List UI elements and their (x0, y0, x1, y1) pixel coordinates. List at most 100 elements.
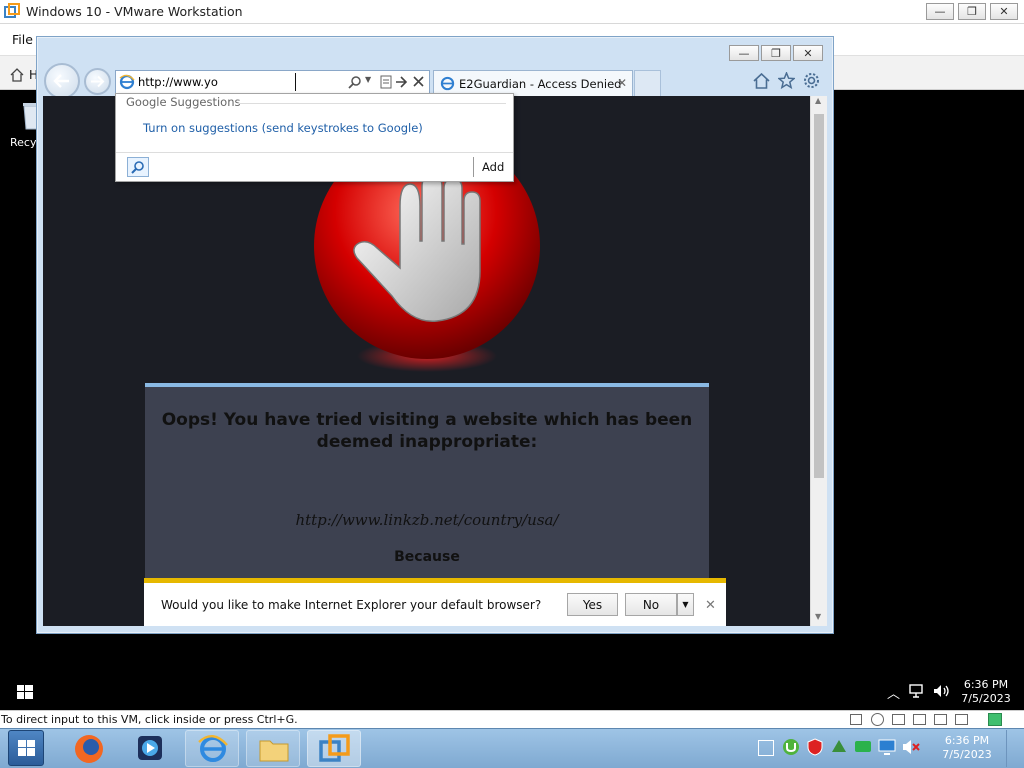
dropdown-arrow-icon: ▼ (682, 600, 689, 609)
minimize-icon: — (934, 5, 946, 18)
block-message-panel: Oops! You have tried visiting a website … (145, 383, 709, 583)
blocked-url: http://www.linkzb.net/country/usa/ (295, 511, 559, 529)
dropdown-arrow-icon[interactable]: ▼ (365, 75, 371, 84)
firefox-icon (75, 735, 103, 763)
menu-file[interactable]: File (12, 32, 33, 47)
search-icon[interactable] (348, 75, 362, 89)
volume-muted-icon[interactable] (902, 738, 920, 756)
suggestions-footer (116, 152, 513, 181)
restore-icon: ❐ (771, 46, 781, 60)
go-arrow-icon[interactable] (395, 76, 408, 88)
ie-minimize-button[interactable]: — (729, 45, 759, 61)
footer-divider (473, 157, 474, 177)
turn-on-suggestions-link[interactable]: Turn on suggestions (send keystrokes to … (143, 121, 423, 135)
block-message: Oops! You have tried visiting a website … (161, 410, 693, 452)
tab-close-icon[interactable]: ✕ (617, 76, 627, 90)
suggestions-header: Google Suggestions (126, 95, 241, 109)
host-close-button[interactable]: ✕ (990, 3, 1018, 20)
ie-icon (198, 735, 228, 762)
close-icon: ✕ (999, 5, 1009, 18)
scroll-up-icon[interactable]: ▲ (815, 96, 821, 105)
show-hidden-icons-icon[interactable]: ︿ (887, 683, 900, 702)
vmware-icon (319, 734, 350, 762)
network-icon[interactable] (909, 684, 927, 698)
forward-button[interactable] (84, 68, 111, 95)
vmware-status-bar: To direct input to this VM, click inside… (0, 710, 1024, 728)
star-icon[interactable] (778, 72, 795, 89)
host-minimize-button[interactable]: — (926, 3, 954, 20)
utorrent-icon[interactable] (782, 738, 800, 756)
address-input[interactable] (138, 74, 288, 90)
windows-start-icon[interactable] (17, 685, 33, 699)
taskbar-media-player[interactable] (123, 730, 177, 767)
media-player-icon (138, 736, 162, 760)
no-button[interactable]: No (625, 593, 677, 616)
folder-icon (259, 740, 289, 762)
back-arrow-icon (53, 74, 69, 88)
sound-card-icon[interactable] (934, 714, 947, 725)
home-icon[interactable] (10, 68, 24, 82)
vmware-title-bar: Windows 10 - VMware Workstation — ❐ ✕ (0, 0, 1024, 24)
forward-arrow-icon (91, 75, 105, 88)
monitor-network-icon[interactable] (878, 738, 896, 756)
chat-icon[interactable] (854, 738, 872, 756)
guest-clock-time: 6:36 PM (963, 678, 1009, 691)
network-sync-icon[interactable] (830, 738, 848, 756)
close-icon: ✕ (803, 46, 813, 60)
windows-logo-icon (18, 740, 35, 756)
usb-icon[interactable] (913, 714, 926, 725)
volume-icon[interactable] (933, 684, 951, 698)
host-maximize-button[interactable]: ❐ (958, 3, 986, 20)
add-provider-button[interactable]: Add (482, 160, 504, 174)
host-clock-date: 7/5/2023 (942, 748, 992, 761)
host-clock-time: 6:36 PM (944, 734, 990, 747)
network-adapter-icon[interactable] (892, 714, 905, 725)
no-dropdown-button[interactable]: ▼ (677, 593, 694, 616)
hard-disk-icon[interactable] (850, 714, 862, 725)
vmware-logo-icon (4, 3, 20, 18)
notification-question: Would you like to make Internet Explorer… (161, 598, 542, 612)
scroll-down-icon[interactable]: ▼ (815, 612, 821, 621)
back-button[interactable] (44, 63, 80, 99)
show-desktop-button[interactable] (1006, 730, 1022, 767)
stop-x-icon[interactable] (413, 76, 424, 87)
display-icon[interactable] (955, 714, 968, 725)
shield-icon[interactable] (806, 738, 824, 756)
ie-page-icon (119, 74, 135, 90)
home-icon[interactable] (753, 73, 770, 89)
cd-drive-icon[interactable] (871, 713, 884, 726)
ie-close-button[interactable]: ✕ (793, 45, 823, 61)
taskbar-internet-explorer[interactable] (185, 730, 239, 767)
compatibility-view-icon[interactable] (380, 75, 392, 89)
recycle-bin-label: Recy (10, 136, 37, 149)
because-heading: Because (394, 549, 460, 565)
message-log-icon[interactable] (988, 713, 1002, 726)
guest-taskbar: ︿ 6:36 PM 7/5/2023 (0, 672, 1024, 710)
gear-icon[interactable] (803, 72, 820, 89)
minimize-icon: — (738, 46, 750, 60)
address-bar[interactable]: ▼ (115, 70, 430, 94)
yes-label: Yes (582, 597, 603, 612)
guest-clock[interactable]: 6:36 PM 7/5/2023 (955, 678, 1017, 706)
scrollbar-thumb[interactable] (814, 114, 824, 478)
search-icon (131, 161, 144, 174)
notification-close-icon[interactable]: ✕ (705, 598, 716, 613)
address-suggestions-dropdown: Google Suggestions Turn on suggestions (… (115, 93, 514, 182)
yes-button[interactable]: Yes (567, 593, 618, 616)
taskbar-file-explorer[interactable] (246, 730, 300, 767)
search-provider-button[interactable] (127, 157, 149, 177)
no-label: No (642, 597, 660, 612)
taskbar-firefox[interactable] (62, 730, 116, 767)
header-divider (238, 103, 506, 104)
vertical-scrollbar[interactable]: ▲ ▼ (810, 96, 827, 626)
taskbar-vmware[interactable] (307, 730, 361, 767)
host-clock[interactable]: 6:36 PM 7/5/2023 (936, 734, 998, 762)
ie-maximize-button[interactable]: ❐ (761, 45, 791, 61)
tray-copy-icon[interactable] (758, 740, 774, 756)
vm-input-hint: To direct input to this VM, click inside… (1, 713, 298, 726)
text-cursor-icon (295, 73, 296, 91)
new-tab-button[interactable] (634, 70, 661, 97)
tab-title: E2Guardian - Access Denied (459, 77, 622, 91)
restore-icon: ❐ (967, 5, 977, 18)
host-start-button[interactable] (8, 730, 44, 766)
